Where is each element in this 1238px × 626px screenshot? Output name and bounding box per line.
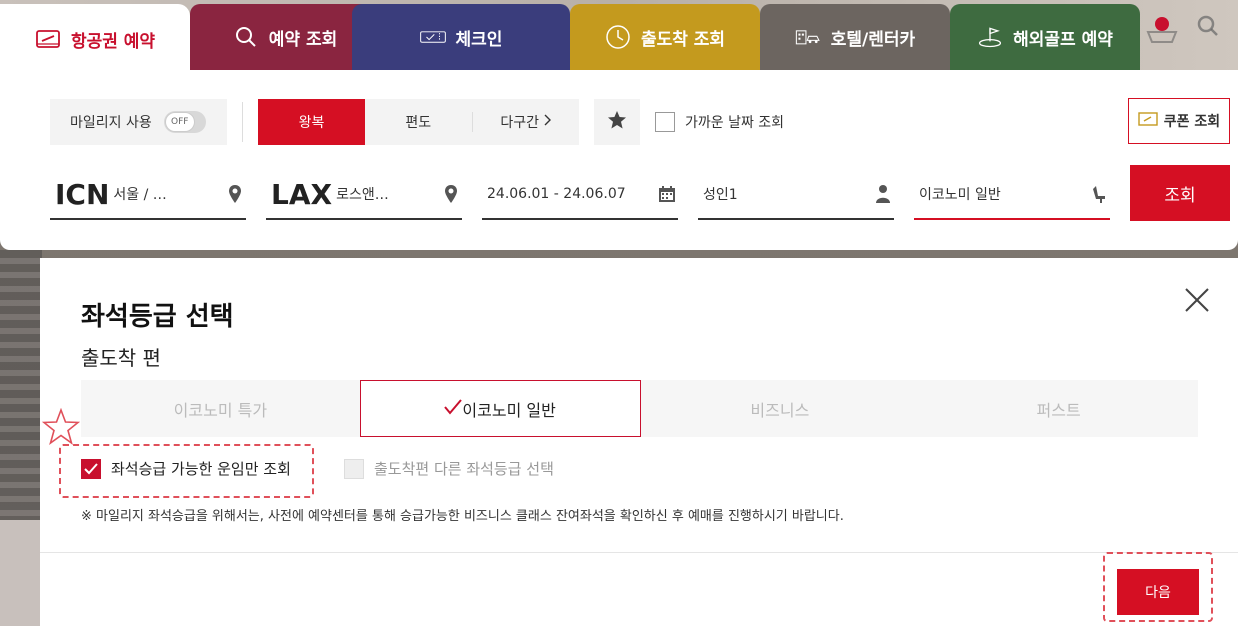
background-city-bottom (0, 520, 42, 626)
divider (40, 552, 1238, 553)
person-icon (872, 184, 894, 204)
trip-roundtrip[interactable]: 왕복 (258, 99, 365, 145)
tab-checkin[interactable]: 체크인 (352, 4, 570, 70)
tab-label: 체크인 (455, 29, 503, 50)
seat-icon (1088, 184, 1110, 204)
cabin-business[interactable]: 비즈니스 (641, 380, 920, 437)
star-icon (607, 110, 627, 134)
cabin-economy-special[interactable]: 이코노미 특가 (81, 380, 360, 437)
annotation-highlight-option (59, 444, 314, 498)
other-class-option[interactable]: 출도착편 다른 좌석등급 선택 (344, 458, 554, 479)
divider (242, 102, 243, 142)
trip-multicity[interactable]: 다구간 (473, 99, 580, 145)
mileage-toggle-state: OFF (164, 112, 195, 132)
ticket-icon (35, 26, 61, 52)
location-pin-icon (440, 184, 462, 204)
mileage-upgrade-notice: ※ 마일리지 좌석승급을 위해서는, 사전에 예약센터를 통해 승급가능한 비즈… (81, 509, 844, 524)
departure-code: ICN (55, 177, 110, 211)
departure-field[interactable]: ICN 서울 / … (50, 170, 246, 220)
cabin-class-tabs: 이코노미 특가 이코노미 일반 비즈니스 퍼스트 (81, 380, 1198, 437)
departure-city: 서울 / … (113, 187, 167, 203)
check-icon (444, 398, 463, 419)
coupon-label: 쿠폰 조회 (1163, 114, 1221, 130)
search-button[interactable]: 조회 (1130, 165, 1230, 221)
nearby-dates-checkbox[interactable] (655, 112, 675, 132)
nearby-dates-option[interactable]: 가까운 날짜 조회 (655, 112, 784, 132)
tab-arrival-lookup[interactable]: 출도착 조회 (570, 4, 760, 70)
cabin-economy-standard-label: 이코노미 일반 (462, 400, 556, 420)
cabin-economy-standard[interactable]: 이코노미 일반 (359, 380, 641, 437)
search-icon (233, 24, 259, 50)
tab-label: 예약 조회 (268, 29, 338, 50)
coupon-icon (1138, 112, 1158, 130)
cabin-class-modal: 좌석등급 선택 출도착 편 이코노미 특가 이코노미 일반 비즈니스 퍼스트 좌… (40, 258, 1238, 626)
modal-subtitle: 출도착 편 (81, 346, 161, 370)
trip-type-selector: 왕복 편도 다구간 (258, 99, 579, 145)
annotation-highlight-next (1103, 552, 1213, 622)
cabin-first[interactable]: 퍼스트 (919, 380, 1198, 437)
arrival-code: LAX (271, 177, 333, 211)
tab-golf-reservation[interactable]: 해외골프 예약 (950, 4, 1140, 70)
tab-label: 해외골프 예약 (1013, 29, 1113, 50)
trip-multicity-label: 다구간 (500, 115, 540, 131)
coupon-lookup-button[interactable]: 쿠폰 조회 (1128, 98, 1230, 144)
mileage-toggle-group: 마일리지 사용 OFF (50, 99, 227, 145)
search-panel: 마일리지 사용 OFF 왕복 편도 다구간 가까운 날짜 조회 쿠폰 조회 IC… (0, 70, 1238, 250)
passenger-field[interactable]: 성인1 (698, 170, 894, 220)
chevron-right-icon (543, 114, 552, 130)
other-class-label: 출도착편 다른 좌석등급 선택 (374, 460, 554, 478)
passenger-count: 성인1 (703, 187, 738, 203)
calendar-icon (656, 185, 678, 203)
mileage-toggle[interactable]: OFF (163, 111, 206, 133)
date-range: 24.06.01 - 24.06.07 (487, 186, 626, 202)
mileage-label: 마일리지 사용 (70, 115, 152, 131)
golf-icon (977, 24, 1003, 50)
cabin-value: 이코노미 일반 (919, 187, 1001, 203)
tab-flight-booking[interactable]: 항공권 예약 (0, 4, 190, 74)
cabin-field[interactable]: 이코노미 일반 (914, 170, 1110, 220)
arrival-field[interactable]: LAX 로스앤… (266, 170, 462, 220)
nearby-dates-label: 가까운 날짜 조회 (685, 115, 785, 131)
tab-label: 출도착 조회 (640, 29, 726, 50)
clock-icon (605, 24, 631, 50)
tab-label: 항공권 예약 (70, 31, 156, 52)
header-utility-icons (1140, 10, 1238, 50)
boarding-pass-icon (419, 24, 446, 50)
date-field[interactable]: 24.06.01 - 24.06.07 (482, 170, 678, 220)
favorite-button[interactable] (594, 99, 640, 145)
trip-oneway[interactable]: 편도 (365, 99, 472, 145)
location-pin-icon (224, 184, 246, 204)
hotel-car-icon (795, 24, 821, 50)
other-class-checkbox[interactable] (344, 458, 364, 479)
tab-hotel-rentcar[interactable]: 호텔/렌터카 (760, 4, 950, 70)
tab-label: 호텔/렌터카 (830, 29, 916, 50)
arrival-city: 로스앤… (336, 187, 389, 203)
modal-title: 좌석등급 선택 (81, 302, 234, 332)
close-icon[interactable] (1183, 286, 1211, 314)
annotation-star-icon (41, 407, 81, 450)
